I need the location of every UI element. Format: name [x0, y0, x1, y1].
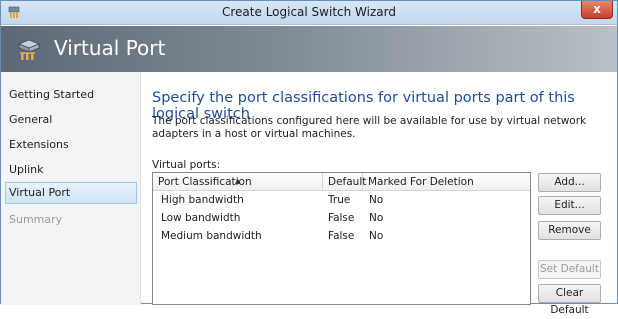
add-button[interactable]: Add...: [538, 173, 601, 192]
window-title: Create Logical Switch Wizard: [222, 5, 396, 19]
nav-item-general[interactable]: General: [5, 109, 137, 131]
cell-default: False: [328, 212, 355, 224]
virtual-ports-grid[interactable]: Port Classification ▲ Default Marked For…: [152, 172, 531, 305]
edit-button[interactable]: Edit...: [538, 196, 601, 215]
cell-marked-for-deletion: No: [369, 194, 384, 206]
nav-item-virtual-port[interactable]: Virtual Port: [5, 182, 137, 204]
section-description: The port classifications configured here…: [152, 115, 587, 140]
title-bar[interactable]: Create Logical Switch Wizard x: [1, 1, 617, 25]
nav-item-extensions[interactable]: Extensions: [5, 134, 137, 156]
page-title: Virtual Port: [54, 36, 166, 60]
table-row[interactable]: Low bandwidth False No: [153, 209, 530, 227]
column-header-default[interactable]: Default: [323, 173, 366, 191]
set-default-button: Set Default: [538, 260, 601, 279]
sort-ascending-icon: ▲: [235, 177, 241, 185]
wizard-banner: Virtual Port: [1, 26, 617, 72]
wizard-nav: Getting Started General Extensions Uplin…: [1, 72, 141, 305]
nav-item-getting-started[interactable]: Getting Started: [5, 84, 137, 106]
cell-default: False: [328, 230, 355, 242]
wizard-window: Create Logical Switch Wizard x Virtual P…: [0, 0, 618, 316]
cell-port-classification: Low bandwidth: [161, 212, 241, 224]
cell-port-classification: Medium bandwidth: [161, 230, 262, 242]
column-header-marked-for-deletion[interactable]: Marked For Deletion: [363, 173, 530, 191]
virtual-ports-label: Virtual ports:: [152, 159, 221, 171]
cell-default: True: [328, 194, 351, 206]
cell-marked-for-deletion: No: [369, 230, 384, 242]
close-button[interactable]: x: [581, 1, 613, 19]
nav-item-summary: Summary: [9, 213, 63, 226]
table-row[interactable]: High bandwidth True No: [153, 191, 530, 209]
cell-port-classification: High bandwidth: [161, 194, 244, 206]
nav-item-uplink[interactable]: Uplink: [5, 159, 137, 181]
clear-default-button[interactable]: Clear Default: [538, 284, 601, 316]
grid-header: Port Classification ▲ Default Marked For…: [153, 173, 530, 191]
cell-marked-for-deletion: No: [369, 212, 384, 224]
remove-button[interactable]: Remove: [538, 221, 601, 240]
column-header-port-classification[interactable]: Port Classification ▲: [153, 173, 323, 191]
close-icon: x: [593, 2, 601, 16]
table-row[interactable]: Medium bandwidth False No: [153, 227, 530, 245]
switch-icon: [15, 36, 41, 62]
